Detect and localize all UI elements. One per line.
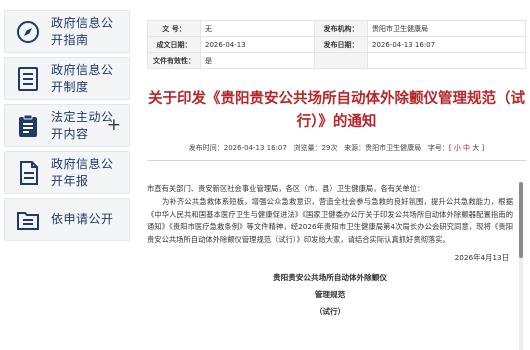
expand-plus-icon[interactable]: + — [107, 115, 121, 135]
font-size-large[interactable]: 大 — [472, 144, 479, 152]
folder-document-icon — [17, 211, 39, 230]
sidebar-item-statutory-content[interactable]: 法定主动公开内容 + — [4, 104, 130, 147]
created-date-label: 成文日期： — [147, 36, 201, 53]
font-size-switcher: 字号：[ 小 中 大 ] — [427, 144, 485, 152]
sidebar-item-annual-report[interactable]: 政府信息公开年报 — [4, 151, 130, 194]
clipboard-icon — [19, 114, 37, 137]
sidebar-item-label: 政府信息公开指南 — [51, 15, 114, 47]
issuer-label: 发布机构： — [314, 20, 368, 37]
attachment-title-line-3: （试行） — [314, 306, 346, 316]
divider — [147, 160, 526, 161]
created-date-value: 2026-04-13 — [200, 36, 315, 53]
views-count: 29次 — [321, 144, 338, 152]
compass-icon — [17, 20, 39, 43]
body-paragraph: 为补齐公共急救体系短板，增强公众急救意识，营造全社会参与急救的良好氛围，提升公共… — [147, 196, 513, 245]
source-label: 来源： — [344, 144, 366, 152]
attachment-title-line-1: 贵阳贵安公共场所自动体外除颤仪 — [273, 272, 387, 282]
sidebar-item-label: 政府信息公开年报 — [51, 156, 114, 188]
article-title: 关于印发《贵阳贵安公共场所自动体外除颤仪管理规范（试行）》的通知 — [148, 91, 525, 130]
validity-label: 文件有效性： — [147, 52, 201, 69]
font-size-medium[interactable]: 中 — [463, 144, 470, 152]
sidebar: 政府信息公开指南 政府信息公开制度 法定主动公开内容 + 政府信息公开年报 依申… — [0, 0, 133, 350]
doc-number-value: 无 — [200, 20, 315, 37]
font-size-small[interactable]: 小 — [454, 144, 461, 152]
published-date-label: 发布日期： — [314, 36, 368, 53]
sidebar-item-label: 依申请公开 — [51, 212, 114, 226]
publish-time-label: 发布时间： — [188, 144, 224, 152]
document-meta-table: 文 号： 无 发布机构： 贵阳市卫生健康局 成文日期： 2026-04-13 发… — [147, 20, 526, 69]
sidebar-item-label: 政府信息公开制度 — [51, 62, 114, 94]
article-body: 市直有关部门、贵安新区社会事业管理局，各区（市、县）卫生健康局，各有关单位： 为… — [147, 183, 513, 320]
document-list-icon — [18, 66, 38, 91]
attachment-title-line-2: 管理规范 — [314, 289, 346, 299]
source: 贵阳市卫生健康局 — [365, 144, 422, 152]
sidebar-item-apply-disclosure[interactable]: 依申请公开 — [4, 198, 130, 241]
sidebar-item-disclosure-guide[interactable]: 政府信息公开指南 — [4, 10, 130, 53]
scrollbar-thumb[interactable] — [519, 182, 523, 258]
sign-date: 2026年4月13日 — [454, 252, 509, 262]
published-date-value: 2026-04-13 16:07 — [367, 36, 526, 53]
validity-value: 是 — [200, 52, 315, 69]
article-info-bar: 发布时间：2026-04-13 16:07 浏览量：29次 来源：贵阳市卫生健康… — [147, 143, 526, 153]
sidebar-item-disclosure-system[interactable]: 政府信息公开制度 — [4, 57, 130, 100]
main-content: 文 号： 无 发布机构： 贵阳市卫生健康局 成文日期： 2026-04-13 发… — [143, 0, 526, 350]
publish-time: 2026-04-13 16:07 — [223, 144, 287, 152]
doc-number-label: 文 号： — [147, 20, 201, 37]
report-document-icon — [20, 160, 38, 185]
views-label: 浏览量： — [293, 144, 322, 152]
salutation: 市直有关部门、贵安新区社会事业管理局，各区（市、县）卫生健康局，各有关单位： — [147, 184, 425, 193]
issuer-value: 贵阳市卫生健康局 — [367, 20, 526, 37]
